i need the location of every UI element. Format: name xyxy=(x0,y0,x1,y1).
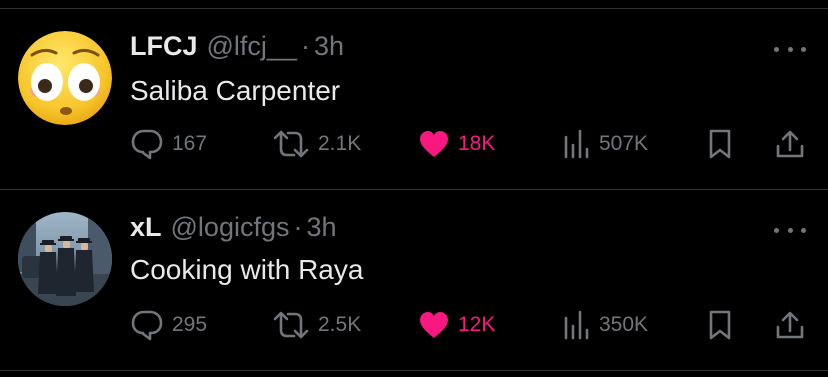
flushed-emoji-avatar-icon xyxy=(18,31,112,125)
bookmark-icon xyxy=(709,310,731,340)
retweet-button[interactable]: 2.5K xyxy=(272,308,361,342)
tweet-text: Saliba Carpenter xyxy=(130,75,341,106)
avatar[interactable] xyxy=(18,212,112,306)
like-count: 12K xyxy=(458,313,496,336)
separator-dot: · xyxy=(300,31,310,61)
heart-icon xyxy=(420,312,448,338)
bottom-divider xyxy=(0,370,828,371)
bookmark-button[interactable] xyxy=(706,308,734,342)
men-in-suits-photo-avatar-icon xyxy=(18,212,112,306)
more-options-icon[interactable] xyxy=(774,220,806,240)
retweet-count: 2.5K xyxy=(318,313,362,336)
reply-button[interactable]: 167 xyxy=(130,127,207,161)
retweet-icon xyxy=(273,130,309,158)
retweet-button[interactable]: 2.1K xyxy=(272,127,361,161)
views-button[interactable]: 507K xyxy=(563,127,648,161)
bookmark-button[interactable] xyxy=(706,127,734,161)
user-handle[interactable]: @lfcj__ xyxy=(207,31,297,62)
reply-count: 295 xyxy=(172,313,208,336)
retweet-icon xyxy=(273,311,309,339)
reply-icon xyxy=(131,129,163,160)
like-button[interactable]: 12K xyxy=(418,308,495,342)
views-button[interactable]: 350K xyxy=(563,308,648,342)
display-name[interactable]: LFCJ xyxy=(130,31,198,62)
tweet-card[interactable]: LFCJ @lfcj__ · 3h Saliba Carpenter 167 2… xyxy=(0,9,828,189)
like-count: 18K xyxy=(458,132,496,155)
share-icon xyxy=(776,311,804,339)
separator-dot: · xyxy=(293,212,303,242)
reply-count: 167 xyxy=(172,132,208,155)
bookmark-icon xyxy=(709,129,731,159)
heart-icon xyxy=(420,131,448,157)
user-handle[interactable]: @logicfgs xyxy=(171,212,290,243)
like-button[interactable]: 18K xyxy=(418,127,495,161)
views-count: 350K xyxy=(599,313,649,336)
retweet-count: 2.1K xyxy=(318,132,362,155)
reply-button[interactable]: 295 xyxy=(130,308,207,342)
reply-icon xyxy=(131,310,163,341)
share-button[interactable] xyxy=(774,127,806,161)
views-chart-icon xyxy=(564,310,589,340)
display-name[interactable]: xL xyxy=(130,212,162,243)
tweet-header: LFCJ @lfcj__ · 3h xyxy=(130,31,344,65)
share-button[interactable] xyxy=(774,308,806,342)
more-options-icon[interactable] xyxy=(774,39,806,59)
timestamp[interactable]: 3h xyxy=(314,31,344,62)
views-chart-icon xyxy=(564,129,589,159)
views-count: 507K xyxy=(599,132,649,155)
share-icon xyxy=(776,130,804,158)
tweet-card[interactable]: xL @logicfgs · 3h Cooking with Raya 295 … xyxy=(0,190,828,370)
avatar[interactable] xyxy=(18,31,112,125)
tweet-text: Cooking with Raya xyxy=(130,254,364,285)
timestamp[interactable]: 3h xyxy=(306,212,336,243)
tweet-header: xL @logicfgs · 3h xyxy=(130,212,337,246)
